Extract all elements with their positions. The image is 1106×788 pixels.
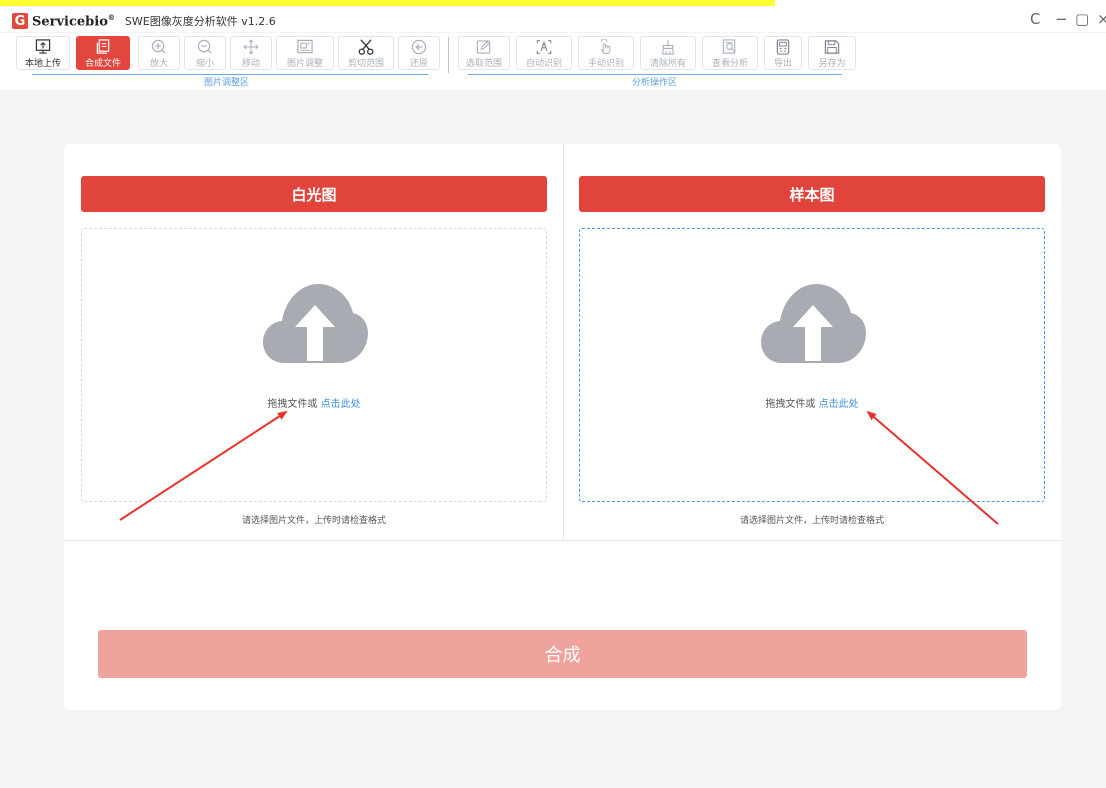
- minimize-button[interactable]: −: [1055, 10, 1068, 28]
- clear-all-button[interactable]: 清除所有: [640, 36, 696, 70]
- analysis-group-label: 分析操作区: [632, 78, 678, 88]
- upload-local-label: 本地上传: [24, 59, 61, 69]
- select-range-label: 选取范围: [465, 59, 502, 69]
- export-icon: [776, 39, 790, 55]
- restore-icon: [411, 39, 427, 55]
- cut-range-button[interactable]: 剪切范围: [338, 36, 394, 70]
- edit-icon: [476, 40, 491, 54]
- white-light-dropzone[interactable]: 拖拽文件或 点击此处: [81, 228, 547, 502]
- highlight-band: [0, 0, 775, 6]
- image-adjust-group-label: 图片调整区: [204, 78, 250, 88]
- app-logo: G Servicebio® SWE图像灰度分析软件 v1.2.6: [12, 13, 276, 29]
- zoom-in-icon: [151, 39, 166, 54]
- view-analysis-button[interactable]: 查看分析: [702, 36, 758, 70]
- scissors-icon: [358, 39, 374, 55]
- manual-detect-label: 手动识别: [587, 59, 624, 69]
- image-adjust-label: 图片调整: [286, 59, 323, 69]
- sample-drop-text: 拖拽文件或 点击此处: [765, 399, 859, 410]
- view-analysis-label: 查看分析: [711, 59, 748, 69]
- restore-button[interactable]: 还原: [398, 36, 440, 70]
- image-adjust-icon: [297, 39, 313, 54]
- sample-header: 样本图: [579, 176, 1045, 212]
- move-label: 移动: [241, 59, 260, 69]
- clear-all-label: 清除所有: [649, 59, 686, 69]
- sample-hint: 请选择图片文件，上传时请检查格式: [739, 516, 884, 526]
- white-light-hint: 请选择图片文件，上传时请检查格式: [241, 516, 386, 526]
- save-as-label: 另存为: [818, 59, 846, 69]
- toolbar: 本地上传 合成文件 放大 缩小 移动 图片调整 剪切范围 还原 选取范围 自动识…: [0, 33, 1106, 90]
- card-divider: [64, 540, 1061, 541]
- monitor-upload-icon: [35, 39, 51, 54]
- zoom-out-button[interactable]: 缩小: [184, 36, 226, 70]
- hand-icon: [600, 39, 611, 55]
- white-light-click-link[interactable]: 点击此处: [321, 399, 361, 410]
- white-light-header: 白光图: [81, 176, 547, 212]
- export-button[interactable]: 导出: [764, 36, 802, 70]
- merge-file-label: 合成文件: [84, 59, 121, 69]
- cloud-upload-icon: [761, 284, 866, 363]
- panel-divider: [563, 144, 564, 540]
- merge-file-icon: [96, 39, 110, 54]
- restore-label: 还原: [409, 59, 428, 69]
- title-bar: G Servicebio® SWE图像灰度分析软件 v1.2.6 C − ▢ ×: [0, 0, 1106, 32]
- auto-detect-icon: [536, 40, 552, 54]
- close-button[interactable]: ×: [1097, 10, 1106, 28]
- white-light-drop-text: 拖拽文件或 点击此处: [267, 399, 361, 410]
- export-label: 导出: [773, 59, 792, 69]
- auto-detect-label: 自动识别: [525, 59, 562, 69]
- refresh-icon[interactable]: C: [1030, 10, 1040, 28]
- zoom-out-icon: [197, 39, 212, 54]
- upload-local-button[interactable]: 本地上传: [16, 36, 70, 70]
- select-range-button[interactable]: 选取范围: [458, 36, 510, 70]
- toolbar-separator: [448, 37, 449, 73]
- maximize-button[interactable]: ▢: [1075, 10, 1089, 28]
- servicebio-logo-icon: G: [12, 13, 28, 30]
- brand-name: Servicebio®: [32, 13, 115, 30]
- app-title: SWE图像灰度分析软件 v1.2.6: [124, 15, 276, 29]
- zoom-in-button[interactable]: 放大: [138, 36, 180, 70]
- save-as-button[interactable]: 另存为: [808, 36, 856, 70]
- move-button[interactable]: 移动: [230, 36, 272, 70]
- merge-submit-button[interactable]: 合成: [98, 630, 1027, 678]
- cut-range-label: 剪切范围: [347, 59, 384, 69]
- manual-detect-button[interactable]: 手动识别: [578, 36, 634, 70]
- move-icon: [243, 39, 259, 55]
- merge-file-button[interactable]: 合成文件: [76, 36, 130, 70]
- auto-detect-button[interactable]: 自动识别: [516, 36, 572, 70]
- view-analysis-icon: [722, 39, 736, 54]
- zoom-out-label: 缩小: [195, 59, 214, 69]
- cloud-upload-icon: [263, 284, 368, 363]
- image-adjust-button[interactable]: 图片调整: [276, 36, 334, 70]
- sample-dropzone[interactable]: 拖拽文件或 点击此处: [579, 228, 1045, 502]
- sample-click-link[interactable]: 点击此处: [819, 399, 859, 410]
- zoom-in-label: 放大: [149, 59, 168, 69]
- save-icon: [824, 40, 840, 54]
- broom-icon: [661, 39, 675, 55]
